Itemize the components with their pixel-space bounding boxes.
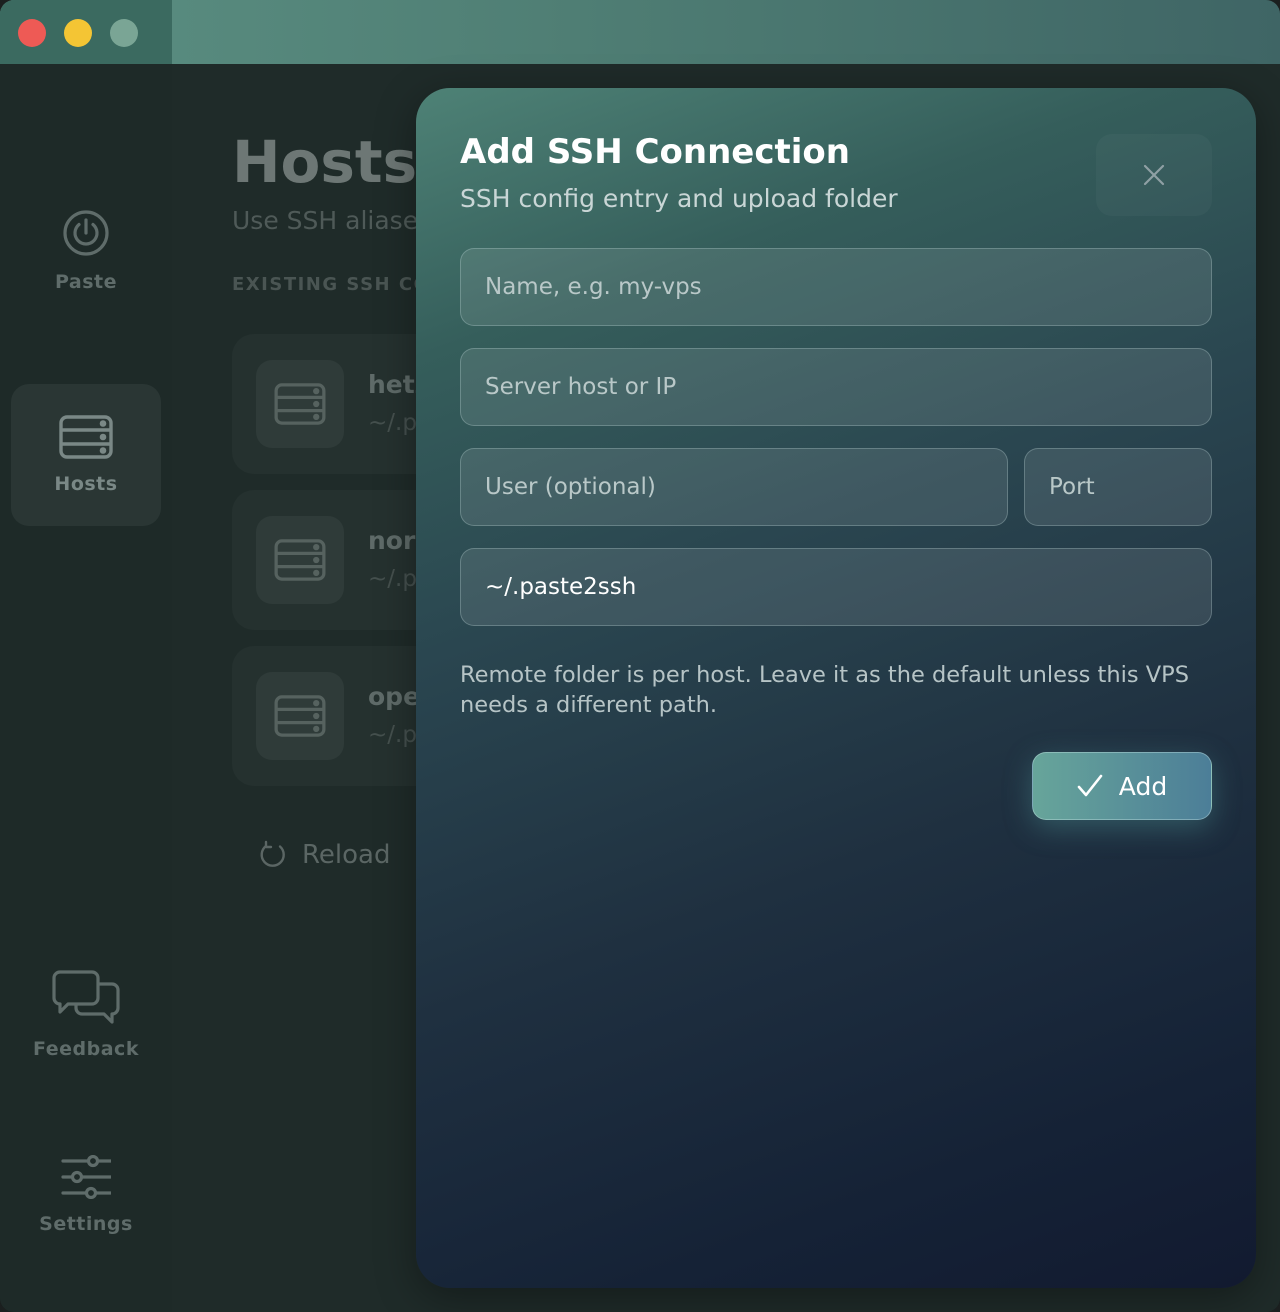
user-field-placeholder: User (optional) — [485, 474, 656, 500]
reload-icon — [260, 840, 285, 867]
sidebar-item-label: Feedback — [33, 1038, 139, 1060]
sidebar-item-settings[interactable]: Settings — [11, 1124, 161, 1266]
window-minimize-button[interactable] — [64, 19, 92, 47]
close-icon — [1143, 164, 1165, 186]
server-icon — [274, 695, 326, 737]
host-icon-box — [256, 672, 344, 760]
chat-bubbles-icon — [52, 970, 120, 1024]
add-ssh-connection-dialog: Add SSH Connection SSH config entry and … — [416, 88, 1256, 1288]
remote-folder-field[interactable]: ~/.paste2ssh — [460, 548, 1212, 626]
remote-folder-hint: Remote folder is per host. Leave it as t… — [460, 662, 1189, 718]
server-host-field[interactable]: Server host or IP — [460, 348, 1212, 426]
server-icon — [274, 539, 326, 581]
remote-folder-value: ~/.paste2ssh — [485, 574, 637, 600]
sidebar-item-label: Hosts — [54, 473, 118, 495]
port-field-placeholder: Port — [1049, 474, 1095, 500]
server-icon — [274, 383, 326, 425]
window-close-button[interactable] — [18, 19, 46, 47]
section-header: EXISTING SSH CO — [232, 274, 431, 295]
sidebar-item-paste[interactable]: Paste — [11, 180, 161, 322]
title-bar — [0, 0, 1280, 64]
power-icon — [63, 210, 109, 256]
add-button-label: Add — [1118, 771, 1168, 801]
reload-label: Reload — [302, 840, 391, 870]
sidebar-item-label: Settings — [39, 1213, 133, 1235]
name-field-placeholder: Name, e.g. my-vps — [485, 274, 702, 300]
host-icon-box — [256, 360, 344, 448]
checkmark-icon — [1077, 774, 1103, 797]
host-icon-box — [256, 516, 344, 604]
server-icon — [59, 415, 113, 459]
server-host-field-placeholder: Server host or IP — [485, 374, 677, 400]
port-field[interactable]: Port — [1024, 448, 1212, 526]
dialog-title: Add SSH Connection — [460, 132, 850, 172]
host-name: ope — [368, 682, 421, 711]
add-button[interactable]: Add — [1032, 752, 1212, 820]
sidebar-item-label: Paste — [54, 271, 117, 293]
user-field[interactable]: User (optional) — [460, 448, 1008, 526]
app-window: Paste Hosts Feedback Settings Hosts Use … — [0, 0, 1280, 1312]
name-field[interactable]: Name, e.g. my-vps — [460, 248, 1212, 326]
sidebar-item-feedback[interactable]: Feedback — [11, 944, 161, 1086]
sidebar-item-hosts[interactable]: Hosts — [11, 384, 161, 526]
sliders-icon — [61, 1155, 111, 1199]
sidebar: Paste Hosts Feedback Settings — [0, 64, 172, 1312]
dialog-close-button[interactable] — [1096, 134, 1212, 216]
dialog-subtitle: SSH config entry and upload folder — [460, 184, 898, 213]
page-subtitle: Use SSH aliase — [232, 206, 419, 235]
reload-button[interactable]: Reload — [258, 840, 390, 870]
window-zoom-button[interactable] — [110, 19, 138, 47]
page-title: Hosts — [232, 128, 418, 196]
